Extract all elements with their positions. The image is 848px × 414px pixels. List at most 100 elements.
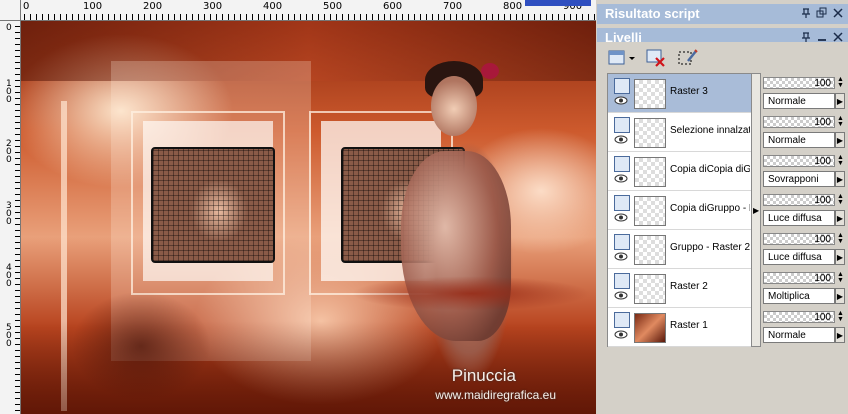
visibility-eye-icon[interactable] — [614, 252, 628, 261]
layer-name: Raster 1 — [670, 320, 708, 331]
opacity-spinner-icon[interactable]: ▲ ▼ — [837, 271, 845, 284]
layer-thumbnail — [634, 196, 666, 226]
ruler-label: 400 — [263, 1, 283, 12]
ruler-label: 0 — [6, 23, 12, 33]
layer-name: Gruppo - Raster 2 — [670, 242, 750, 253]
close-icon[interactable] — [832, 7, 844, 19]
blend-mode-select[interactable]: Sovrapponi — [763, 171, 835, 187]
layer-thumbnail — [634, 118, 666, 148]
script-output-title: Risultato script — [605, 6, 700, 21]
layer-thumbnail — [634, 157, 666, 187]
expand-arrow-icon[interactable]: ▶ — [753, 206, 759, 215]
art-dark-smudge — [71, 291, 211, 401]
delete-layer-icon — [644, 47, 668, 69]
layer-properties-row: 100 ▲ ▼ Normale ▶ — [763, 73, 848, 112]
ruler-label: 500 — [323, 1, 343, 12]
ruler-position-marker — [525, 0, 591, 6]
opacity-slider[interactable]: 100 — [763, 272, 835, 284]
ruler-label: 400 — [6, 263, 12, 289]
dropdown-arrow-icon[interactable]: ▶ — [835, 132, 845, 148]
ruler-label: 200 — [6, 139, 12, 165]
delete-layer-button[interactable] — [643, 46, 669, 70]
dropdown-arrow-icon[interactable]: ▶ — [835, 93, 845, 109]
opacity-spinner-icon[interactable]: ▲ ▼ — [837, 310, 845, 323]
opacity-slider[interactable]: 100 — [763, 311, 835, 323]
restore-icon[interactable] — [816, 7, 828, 19]
layer-properties-column: 100 ▲ ▼ Normale ▶ 100 ▲ ▼ Normale ▶ 100 ▲ ▼… — [763, 73, 848, 345]
visibility-eye-icon[interactable] — [614, 174, 628, 183]
opacity-spinner-icon[interactable]: ▲ ▼ — [837, 193, 845, 206]
dropdown-arrow-icon[interactable]: ▶ — [835, 288, 845, 304]
art-flower — [481, 63, 499, 79]
visibility-eye-icon[interactable] — [614, 135, 628, 144]
script-output-panel-title[interactable]: Risultato script — [597, 4, 848, 24]
dropdown-arrow-icon[interactable]: ▶ — [835, 171, 845, 187]
layer-name: Selezione innalzata — [670, 125, 750, 136]
raster-layer-icon — [614, 195, 630, 211]
visibility-eye-icon[interactable] — [614, 96, 628, 105]
blend-mode-select[interactable]: Luce diffusa — [763, 249, 835, 265]
pin-icon[interactable] — [800, 7, 812, 19]
opacity-spinner-icon[interactable]: ▲ ▼ — [837, 76, 845, 89]
layer-row[interactable]: Gruppo - Raster 2 — [608, 230, 751, 269]
art-mosaic-thumbnail — [151, 147, 275, 263]
layer-row[interactable]: Raster 3 — [608, 74, 751, 113]
blend-mode-select[interactable]: Moltiplica — [763, 288, 835, 304]
blend-mode-select[interactable]: Normale — [763, 93, 835, 109]
opacity-slider[interactable]: 100 — [763, 116, 835, 128]
ruler-label: 800 — [503, 1, 523, 12]
image-canvas-area[interactable]: 0 100 200 300 400 500 600 700 800 900 0 … — [0, 0, 596, 414]
ruler-label: 200 — [143, 1, 163, 12]
layers-splitter[interactable]: ▶ — [751, 73, 761, 347]
new-layer-icon — [606, 47, 636, 69]
blend-mode-select[interactable]: Normale — [763, 132, 835, 148]
raster-layer-icon — [614, 117, 630, 133]
art-dress-scarf — [351, 276, 591, 311]
ruler-label: 500 — [6, 323, 12, 349]
horizontal-ruler: 0 100 200 300 400 500 600 700 800 900 — [0, 0, 596, 21]
dropdown-arrow-icon[interactable]: ▶ — [835, 327, 845, 343]
artwork-image[interactable]: Pinuccia www.maidiregrafica.eu — [21, 21, 596, 414]
layer-properties-row: 100 ▲ ▼ Normale ▶ — [763, 112, 848, 151]
vertical-ruler: 0 100 200 300 400 500 — [0, 20, 21, 414]
layer-row[interactable]: Selezione innalzata — [608, 113, 751, 152]
layer-name: Raster 2 — [670, 281, 708, 292]
new-layer-button[interactable] — [605, 46, 637, 70]
opacity-slider[interactable]: 100 — [763, 77, 835, 89]
opacity-slider[interactable]: 100 — [763, 155, 835, 167]
ruler-label: 0 — [23, 1, 30, 12]
layer-properties-row: 100 ▲ ▼ Luce diffusa ▶ — [763, 190, 848, 229]
opacity-slider[interactable]: 100 — [763, 233, 835, 245]
ruler-label: 300 — [6, 201, 12, 227]
opacity-spinner-icon[interactable]: ▲ ▼ — [837, 115, 845, 128]
layers-list[interactable]: Raster 3 Selezione innalzata Copia diCop… — [607, 73, 753, 347]
layer-thumbnail — [634, 313, 666, 343]
visibility-eye-icon[interactable] — [614, 213, 628, 222]
raster-layer-icon — [614, 78, 630, 94]
ruler-label: 100 — [6, 79, 12, 105]
raster-layer-icon — [614, 156, 630, 172]
layer-name: Copia diGruppo - R — [670, 203, 750, 214]
layer-row[interactable]: Copia diCopia diGr — [608, 152, 751, 191]
ruler-label: 600 — [383, 1, 403, 12]
opacity-spinner-icon[interactable]: ▲ ▼ — [837, 232, 845, 245]
dropdown-arrow-icon[interactable]: ▶ — [835, 249, 845, 265]
blend-mode-select[interactable]: Luce diffusa — [763, 210, 835, 226]
edit-selection-button[interactable] — [675, 46, 701, 70]
layer-properties-row: 100 ▲ ▼ Moltiplica ▶ — [763, 268, 848, 307]
layer-row[interactable]: Copia diGruppo - R — [608, 191, 751, 230]
visibility-eye-icon[interactable] — [614, 291, 628, 300]
layer-name: Copia diCopia diGr — [670, 164, 750, 175]
dropdown-arrow-icon[interactable]: ▶ — [835, 210, 845, 226]
layer-name: Raster 3 — [670, 86, 708, 97]
raster-layer-icon — [614, 273, 630, 289]
opacity-slider[interactable]: 100 — [763, 194, 835, 206]
layer-thumbnail — [634, 235, 666, 265]
opacity-spinner-icon[interactable]: ▲ ▼ — [837, 154, 845, 167]
art-figure-dress — [401, 151, 511, 341]
raster-layer-icon — [614, 312, 630, 328]
blend-mode-select[interactable]: Normale — [763, 327, 835, 343]
layer-row[interactable]: Raster 1 — [608, 308, 751, 347]
visibility-eye-icon[interactable] — [614, 330, 628, 339]
layer-row[interactable]: Raster 2 — [608, 269, 751, 308]
